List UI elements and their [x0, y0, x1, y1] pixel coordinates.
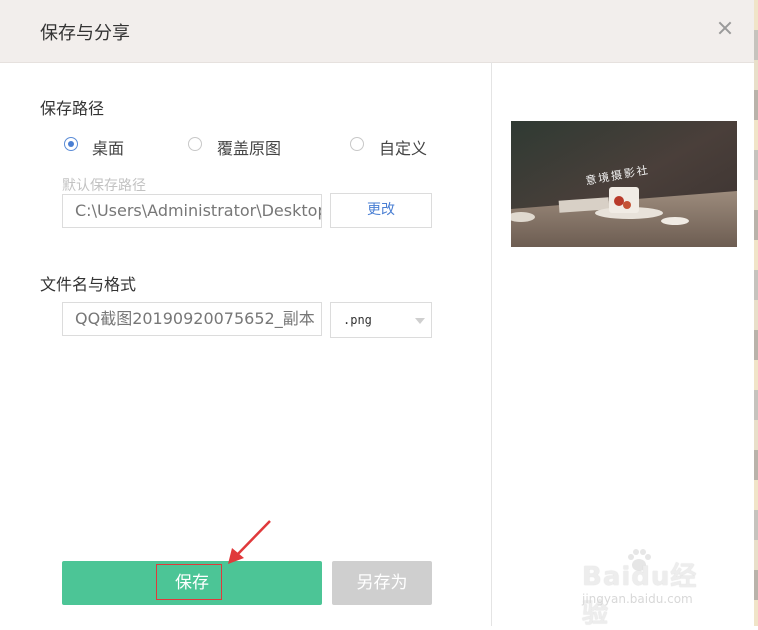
file-heading: 文件名与格式	[40, 275, 137, 294]
format-select-value: .png	[343, 313, 372, 327]
baidu-watermark: Baidu经验 jingyan.baidu.com	[582, 548, 722, 629]
dialog-title: 保存与分享	[40, 23, 130, 44]
save-as-button[interactable]: 另存为	[332, 561, 432, 605]
annotation-highlight-box	[156, 564, 222, 600]
chevron-down-icon	[415, 318, 425, 324]
radio-desktop-label[interactable]: 桌面	[92, 135, 124, 159]
panel-divider	[491, 62, 492, 626]
radio-custom[interactable]	[350, 137, 364, 151]
radio-custom-label[interactable]: 自定义	[379, 135, 427, 159]
watermark-url: jingyan.baidu.com	[582, 592, 693, 606]
file-name-input[interactable]: QQ截图20190920075652_副本	[62, 302, 322, 336]
format-select[interactable]: .png	[330, 302, 432, 338]
background-window-edge	[754, 0, 758, 626]
radio-desktop[interactable]	[64, 137, 78, 151]
close-icon[interactable]	[714, 18, 736, 40]
radio-overwrite[interactable]	[188, 137, 202, 151]
radio-overwrite-label[interactable]: 覆盖原图	[217, 135, 281, 159]
save-share-dialog: 保存与分享 保存路径 桌面 覆盖原图 自定义 默认保存路径 C:\Users\A…	[0, 0, 754, 629]
save-path-heading: 保存路径	[40, 99, 105, 118]
change-path-button[interactable]: 更改	[330, 193, 432, 228]
preview-photo-art	[511, 121, 737, 247]
preview-image: 意境摄影社	[511, 121, 737, 247]
dialog-titlebar: 保存与分享	[0, 0, 754, 63]
default-path-hint: 默认保存路径	[62, 178, 146, 194]
annotation-arrow-icon	[228, 520, 271, 564]
save-path-input[interactable]: C:\Users\Administrator\Desktop	[62, 194, 322, 228]
